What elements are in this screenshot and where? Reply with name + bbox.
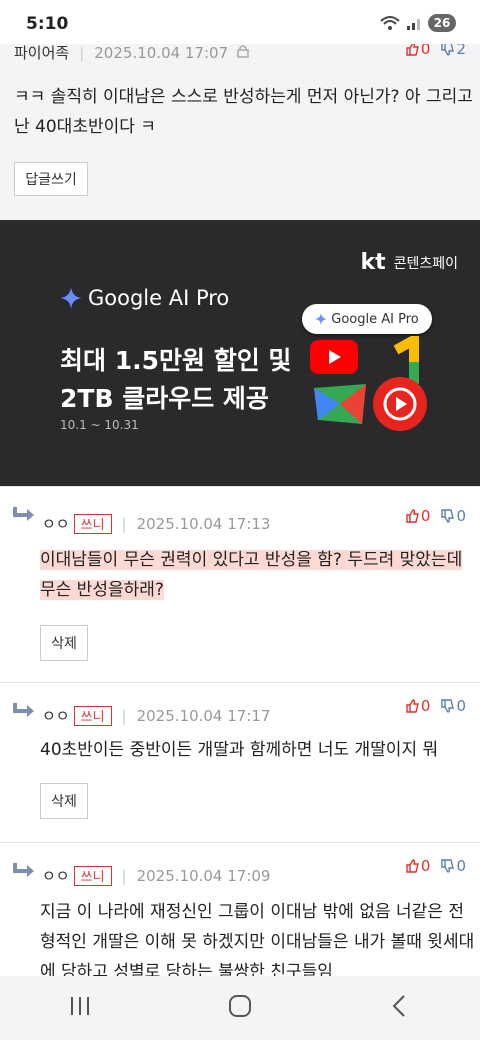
ad-pill-label: Google AI Pro	[331, 311, 419, 327]
delete-button[interactable]: 삭제	[40, 625, 88, 661]
comment-text: 40초반이든 중반이든 개딸과 함께하면 너도 개딸이지 뭐	[40, 735, 438, 765]
home-icon	[229, 995, 251, 1017]
comment-nickname[interactable]: ㅇㅇ	[42, 513, 70, 534]
author-badge: 쓰니	[73, 705, 112, 726]
gemini-sparkle-icon	[315, 313, 328, 325]
upvote-button[interactable]: 0	[405, 507, 431, 525]
back-icon	[392, 995, 405, 1017]
kt-logo: kt	[360, 250, 386, 275]
upvote-button[interactable]: 0	[405, 857, 431, 875]
play-store-icon	[314, 384, 366, 424]
upvote-button[interactable]: 0	[405, 697, 431, 715]
youtube-music-icon	[373, 377, 427, 431]
reply-arrow-icon	[13, 507, 34, 521]
parent-comment: 파이어족 | 2025.10.04 17:07 0 2 ㅋㅋ 솔직히 이대남은 …	[0, 36, 480, 220]
comment-line-highlighted: 무슨 반성을하래?	[40, 580, 164, 600]
comment-date: 2025.10.04 17:17	[136, 706, 271, 725]
reply-comment: ㅇㅇ 쓰니 | 2025.10.04 17:17 0 0 40초반이든 중반이든…	[0, 682, 480, 843]
ad-headline-line: 2TB 클라우드 제공	[60, 384, 269, 413]
comment-line: 형적인 개딸은 이해 못 하겠지만 이대남들은 내가 볼때 윗세대	[40, 932, 475, 952]
comment-votes: 0 0	[405, 697, 466, 715]
back-button[interactable]	[388, 994, 412, 1022]
thumbs-up-icon	[406, 699, 419, 713]
youtube-icon	[310, 340, 358, 374]
thumbs-down-icon	[441, 42, 455, 56]
system-nav-bar	[0, 976, 480, 1040]
thumbs-up-icon	[406, 859, 419, 873]
downvote-count: 0	[456, 697, 466, 715]
battery-indicator: 26	[428, 14, 456, 32]
thumbs-down-icon	[441, 509, 455, 523]
comment-line: ㅋㅋ 솔직히 이대남은 스스로 반성하는게 먼저 아닌가? 아 그리고	[14, 87, 473, 107]
comment-text: 이대남들이 무슨 권력이 있다고 반성을 함? 두드려 맞았는데 무슨 반성을하…	[40, 545, 463, 605]
ad-pill: Google AI Pro	[302, 304, 432, 334]
comment-text: 지금 이 나라에 재정신인 그룹이 이대남 밖에 없음 너같은 전 형적인 개딸…	[40, 897, 474, 977]
meta-divider: |	[121, 514, 127, 533]
home-button[interactable]	[228, 994, 252, 1022]
upvote-count: 0	[420, 697, 431, 715]
ad-brand: kt 콘텐츠페이	[360, 250, 458, 275]
downvote-button[interactable]: 0	[440, 507, 466, 525]
signal-icon	[407, 19, 420, 30]
status-time: 5:10	[26, 14, 69, 34]
comment-meta: 파이어족 | 2025.10.04 17:07	[14, 42, 250, 63]
recent-apps-icon	[71, 997, 89, 1015]
author-badge: 쓰니	[73, 865, 112, 886]
recent-apps-button[interactable]	[68, 995, 92, 1021]
gemini-sparkle-icon	[60, 287, 82, 309]
comment-line-highlighted: 이대남들이 무슨 권력이 있다고 반성을 함? 두드려 맞았는데	[40, 550, 463, 570]
status-bar: 5:10 26	[0, 0, 480, 44]
thumbs-up-icon	[406, 42, 419, 56]
ad-period: 10.1 ~ 10.31	[60, 418, 139, 432]
comment-date: 2025.10.04 17:07	[94, 43, 229, 62]
comment-meta: ㅇㅇ 쓰니 | 2025.10.04 17:09	[42, 865, 270, 886]
comment-line: 난 40대초반이다 ㅋ	[14, 117, 156, 137]
status-icons: 26	[380, 14, 456, 32]
downvote-button[interactable]: 0	[440, 697, 466, 715]
downvote-button[interactable]: 0	[440, 857, 466, 875]
ad-banner[interactable]: kt 콘텐츠페이 Google AI Pro 최대 1.5만원 할인 및 2TB…	[0, 220, 480, 486]
downvote-count: 0	[456, 857, 466, 875]
ad-headline: 최대 1.5만원 할인 및 2TB 클라우드 제공	[60, 342, 291, 418]
reply-button[interactable]: 답글쓰기	[14, 162, 88, 196]
comment-nickname[interactable]: 파이어족	[14, 42, 69, 63]
thumbs-down-icon	[441, 859, 455, 873]
delete-button[interactable]: 삭제	[40, 783, 88, 819]
thumbs-up-icon	[406, 509, 419, 523]
author-badge: 쓰니	[73, 513, 112, 534]
ad-product: Google AI Pro	[60, 286, 229, 310]
wifi-icon	[380, 16, 400, 30]
downvote-count: 0	[456, 507, 466, 525]
comment-nickname[interactable]: ㅇㅇ	[42, 705, 70, 726]
ad-product-name: Google AI Pro	[88, 286, 230, 310]
comment-votes: 0 0	[405, 857, 466, 875]
comment-votes: 0 0	[405, 507, 466, 525]
thumbs-down-icon	[441, 699, 455, 713]
reply-arrow-icon	[13, 703, 34, 717]
meta-divider: |	[121, 866, 127, 885]
comment-meta: ㅇㅇ 쓰니 | 2025.10.04 17:17	[42, 705, 270, 726]
reply-comment: ㅇㅇ 쓰니 | 2025.10.04 17:09 0 0 지금 이 나라에 재정…	[0, 842, 480, 977]
comment-line: 지금 이 나라에 재정신인 그룹이 이대남 밖에 없음 너같은 전	[40, 902, 464, 922]
ad-service-name: 콘텐츠페이	[393, 255, 458, 272]
upvote-count: 0	[420, 507, 431, 525]
comment-date: 2025.10.04 17:13	[136, 514, 271, 533]
comment-line: 에 당하고 성별로 당하는 불쌍한 친구들임	[40, 962, 333, 977]
upvote-count: 0	[420, 857, 431, 875]
comment-nickname[interactable]: ㅇㅇ	[42, 865, 70, 886]
meta-divider: |	[121, 706, 127, 725]
reply-comment: ㅇㅇ 쓰니 | 2025.10.04 17:13 0 0 이대남들이 무슨 권력…	[0, 486, 480, 683]
ad-headline-line: 최대 1.5만원 할인 및	[60, 346, 292, 375]
comment-meta: ㅇㅇ 쓰니 | 2025.10.04 17:13	[42, 513, 270, 534]
meta-divider: |	[79, 43, 85, 62]
reply-arrow-icon	[13, 863, 34, 877]
lock-icon	[236, 44, 250, 62]
comment-line: 40초반이든 중반이든 개딸과 함께하면 너도 개딸이지 뭐	[40, 740, 439, 760]
comment-text: ㅋㅋ 솔직히 이대남은 스스로 반성하는게 먼저 아닌가? 아 그리고 난 40…	[14, 82, 473, 142]
comment-date: 2025.10.04 17:09	[136, 866, 271, 885]
